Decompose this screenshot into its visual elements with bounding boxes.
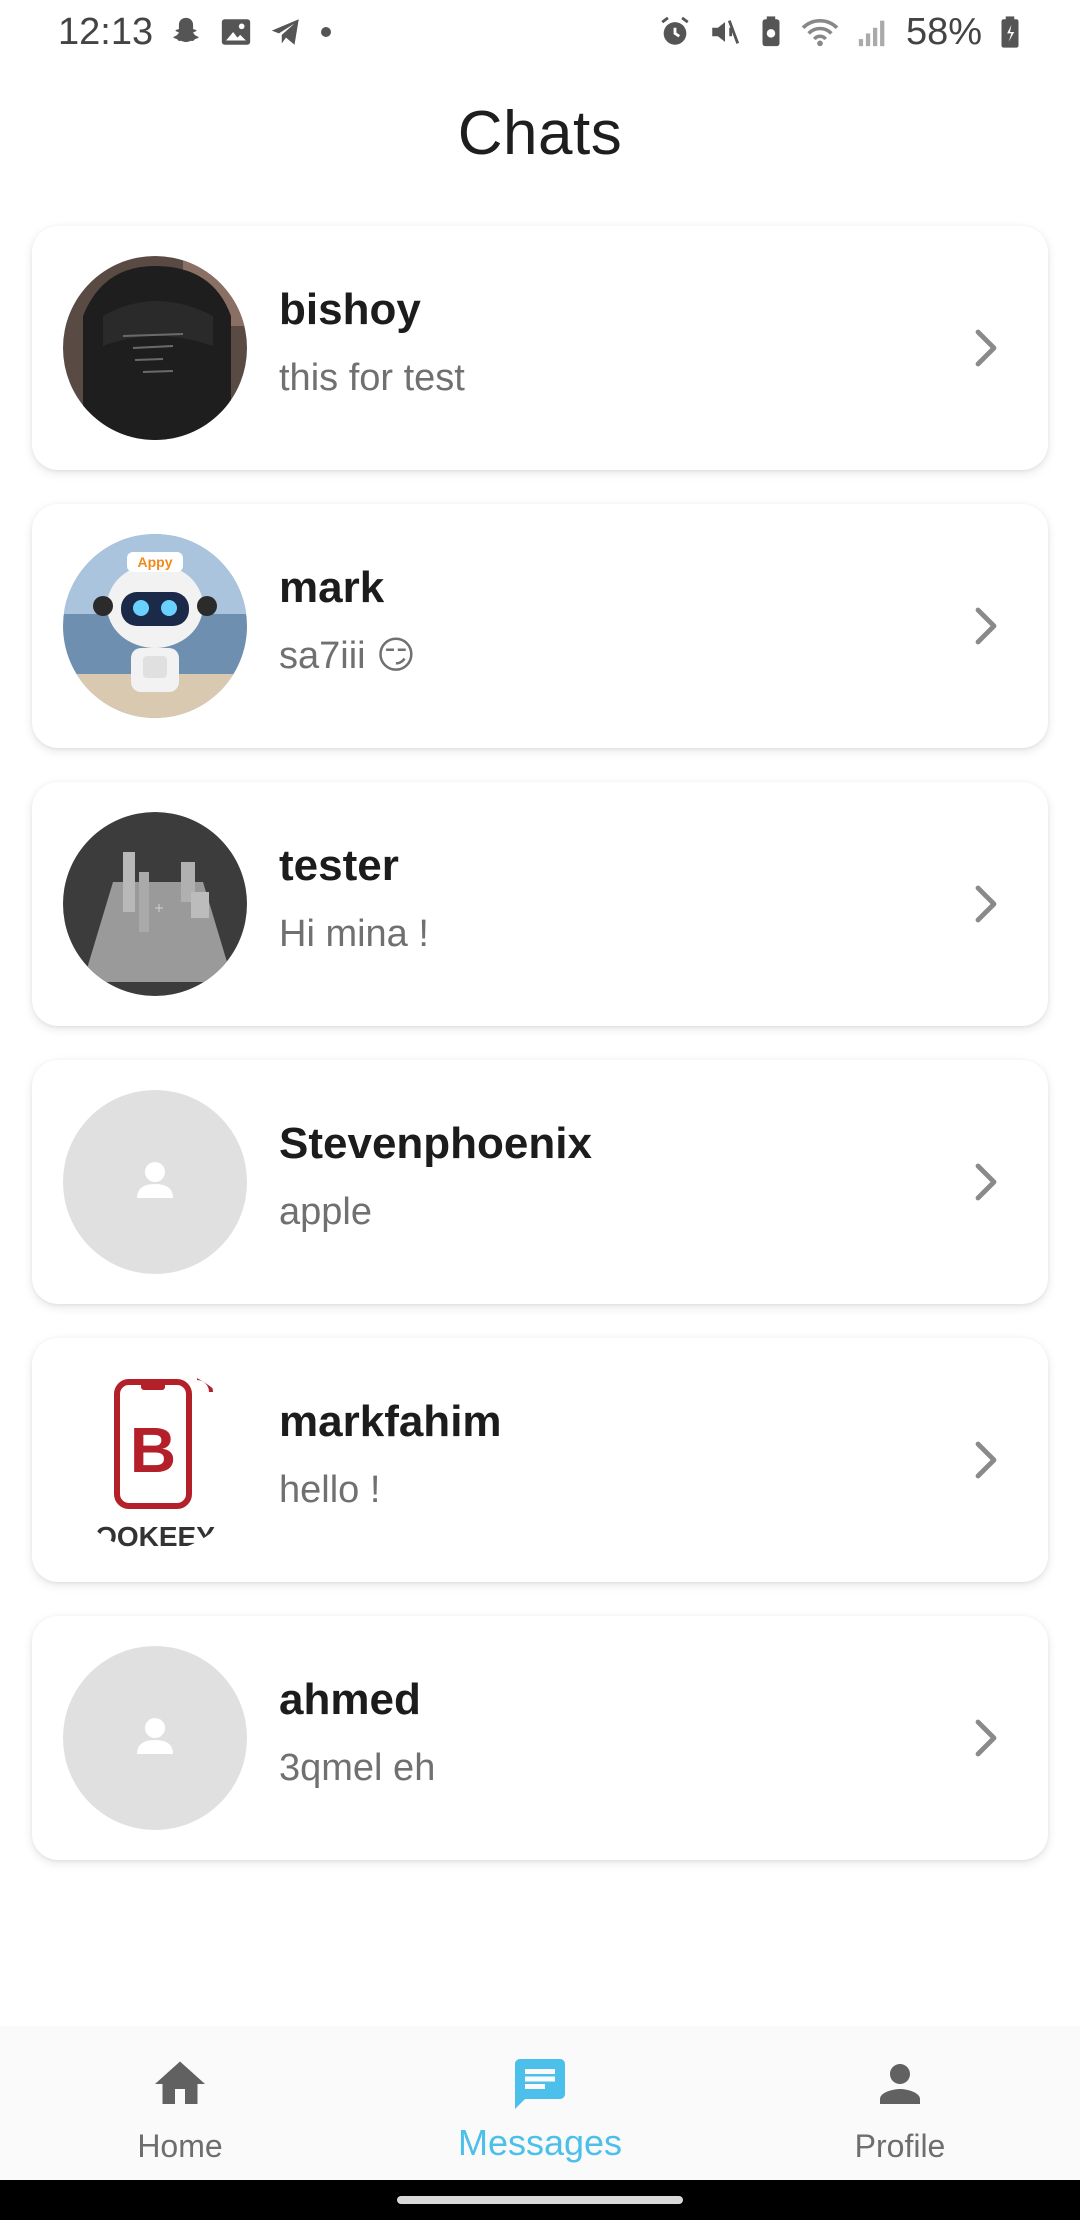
bottom-navigation: Home Messages Profile	[0, 2026, 1080, 2180]
wifi-icon	[800, 15, 840, 49]
svg-text:Appy: Appy	[138, 554, 173, 570]
battery-icon	[998, 15, 1022, 49]
chat-name: Stevenphoenix	[279, 1119, 592, 1168]
chat-last-message: Hi mina !	[279, 913, 429, 955]
nav-messages-label: Messages	[457, 2122, 623, 2163]
nav-profile-label: Profile	[854, 2128, 946, 2164]
chat-item-mark[interactable]: Appy mark sa7iii 😏	[32, 504, 1048, 748]
chat-last-message: this for test	[279, 357, 465, 399]
chat-text: tester Hi mina !	[279, 844, 429, 956]
mute-icon	[708, 15, 742, 49]
page-title: Chats	[457, 99, 623, 168]
telegram-icon	[269, 15, 303, 49]
system-gesture-area	[0, 2180, 1080, 2220]
nav-home-label: Home	[137, 2128, 223, 2164]
svg-text:OOKEEY: OOKEEY	[95, 1521, 215, 1552]
avatar	[63, 256, 247, 440]
avatar	[63, 812, 247, 996]
chevron-right-icon	[975, 885, 997, 923]
avatar-logo-bookeey: B OOKEEY	[63, 1368, 247, 1552]
alarm-icon	[658, 15, 692, 49]
person-icon	[880, 2064, 920, 2104]
chat-last-message: hello !	[279, 1469, 381, 1511]
chat-text: mark sa7iii 😏	[279, 566, 416, 678]
chat-name: bishoy	[279, 285, 421, 334]
chat-last-message: sa7iii 😏	[279, 635, 416, 677]
avatar: B OOKEEY	[63, 1368, 247, 1552]
home-icon	[155, 2061, 205, 2104]
chat-item-markfahim[interactable]: B OOKEEY markfahim hello !	[32, 1338, 1048, 1582]
status-bar-right: 58%	[658, 11, 1022, 54]
status-bar-left: 12:13	[58, 11, 333, 54]
chat-item-ahmed[interactable]: ahmed 3qmel eh	[32, 1616, 1048, 1860]
chat-item-bishoy[interactable]: bishoy this for test	[32, 226, 1048, 470]
battery-percentage: 58%	[905, 10, 982, 53]
chat-name: tester	[279, 841, 399, 890]
chat-text: bishoy this for test	[279, 288, 465, 400]
gallery-icon	[219, 15, 253, 49]
snapchat-icon	[169, 15, 203, 49]
chevron-right-icon	[975, 1163, 997, 1201]
chat-last-message: 3qmel eh	[279, 1747, 436, 1789]
chat-item-tester[interactable]: tester Hi mina !	[32, 782, 1048, 1026]
svg-text:B: B	[130, 1414, 176, 1486]
chat-text: markfahim hello !	[279, 1400, 502, 1512]
chevron-right-icon	[975, 329, 997, 367]
chat-list: bishoy this for test Appy mark sa7iii 😏 …	[32, 226, 1048, 1894]
chevron-right-icon	[975, 1441, 997, 1479]
person-placeholder-icon	[63, 1090, 247, 1274]
clock: 12:13	[58, 10, 154, 53]
avatar: Appy	[63, 534, 247, 718]
avatar-photo-3d-scene	[63, 812, 247, 996]
chat-item-stevenphoenix[interactable]: Stevenphoenix apple	[32, 1060, 1048, 1304]
battery-saver-icon	[758, 15, 784, 49]
chat-text: ahmed 3qmel eh	[279, 1678, 435, 1790]
chat-text: Stevenphoenix apple	[279, 1122, 592, 1234]
avatar	[63, 1646, 247, 1830]
status-bar: 12:13 58%	[0, 0, 1080, 64]
nav-home[interactable]: Home	[0, 2026, 360, 2180]
chat-name: ahmed	[279, 1675, 421, 1724]
avatar-photo-robot: Appy	[63, 534, 247, 718]
chat-name: mark	[279, 563, 385, 612]
nav-messages[interactable]: Messages	[360, 2026, 720, 2180]
chevron-right-icon	[975, 607, 997, 645]
chat-name: markfahim	[279, 1397, 502, 1446]
chat-icon	[515, 2059, 565, 2109]
avatar	[63, 1090, 247, 1274]
avatar-photo-hoodie	[63, 256, 247, 440]
dot-icon	[319, 25, 333, 39]
chat-last-message: apple	[279, 1191, 372, 1233]
home-gesture-bar[interactable]	[397, 2196, 683, 2204]
chevron-right-icon	[975, 1719, 997, 1757]
person-placeholder-icon	[63, 1646, 247, 1830]
signal-icon	[856, 15, 890, 49]
nav-profile[interactable]: Profile	[720, 2026, 1080, 2180]
